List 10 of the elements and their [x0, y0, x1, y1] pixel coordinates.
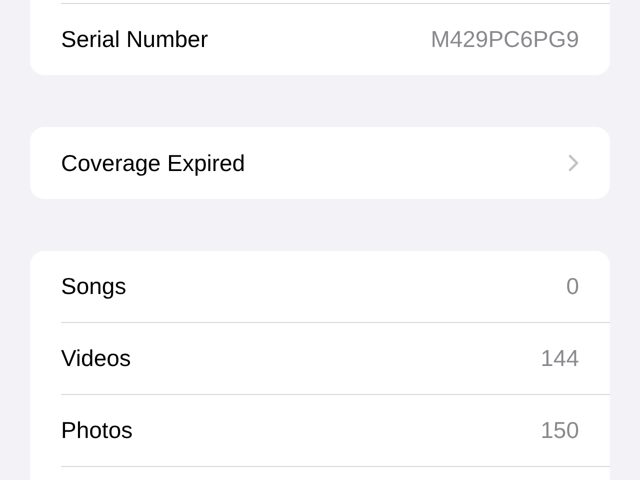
row-label: Videos [61, 345, 131, 372]
chevron-icon [568, 154, 579, 172]
row-label: Songs [61, 273, 126, 300]
row-value: 144 [540, 345, 579, 372]
row-value: M429PC6PG9 [430, 26, 579, 53]
row-label: Photos [61, 417, 133, 444]
row-value: 150 [540, 417, 579, 444]
row-label[interactable]: Coverage Expired [61, 150, 246, 176]
row-label: Serial Number [61, 26, 208, 53]
row-value: 0 [566, 273, 579, 300]
